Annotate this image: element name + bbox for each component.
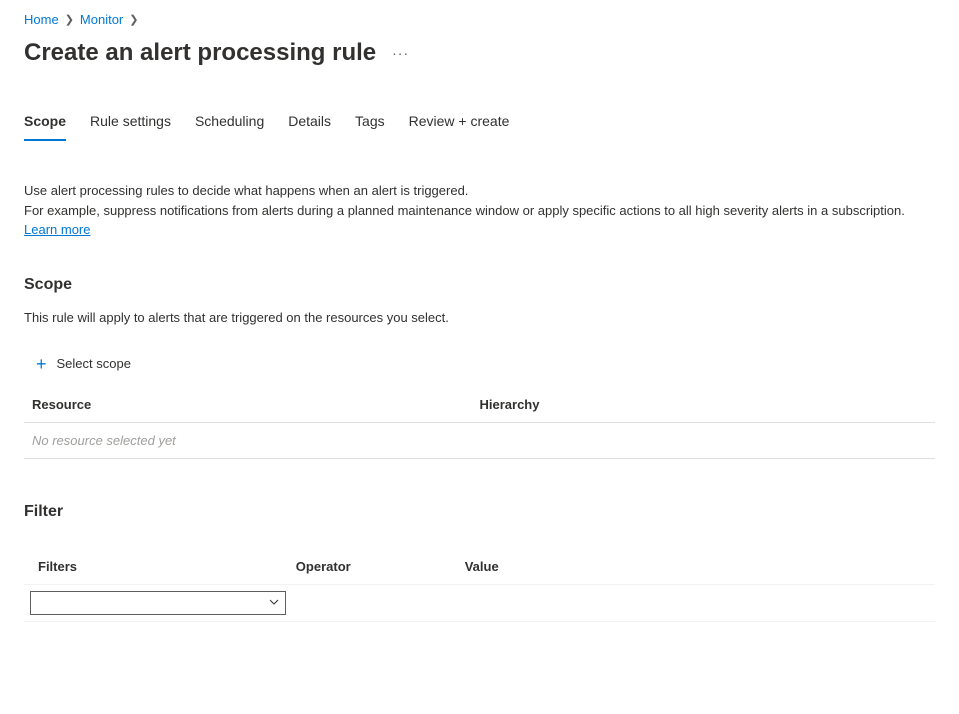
breadcrumb: Home ❯ Monitor ❯ <box>0 0 959 35</box>
filter-heading: Filter <box>24 503 935 521</box>
filter-row <box>24 585 935 622</box>
page-title: Create an alert processing rule <box>24 39 376 67</box>
select-scope-button[interactable]: + Select scope <box>24 349 935 379</box>
scope-section: Scope This rule will apply to alerts tha… <box>24 276 935 459</box>
tab-scope[interactable]: Scope <box>24 113 66 141</box>
intro-text: Use alert processing rules to decide wha… <box>24 181 935 240</box>
tab-review-create[interactable]: Review + create <box>409 113 510 141</box>
learn-more-link[interactable]: Learn more <box>24 222 90 237</box>
more-actions-button[interactable]: ··· <box>388 43 413 63</box>
column-resource: Resource <box>32 397 480 412</box>
column-operator: Operator <box>296 559 465 574</box>
tabs: Scope Rule settings Scheduling Details T… <box>0 79 959 141</box>
filter-section: Filter Filters Operator Value <box>24 503 935 622</box>
tab-tags[interactable]: Tags <box>355 113 385 141</box>
scope-description: This rule will apply to alerts that are … <box>24 310 935 325</box>
tab-rule-settings[interactable]: Rule settings <box>90 113 171 141</box>
filter-table-header: Filters Operator Value <box>24 551 935 585</box>
content-area: Use alert processing rules to decide wha… <box>0 141 959 622</box>
plus-icon: + <box>36 355 47 373</box>
intro-line-2: For example, suppress notifications from… <box>24 203 905 218</box>
column-value: Value <box>465 559 927 574</box>
chevron-right-icon: ❯ <box>65 13 74 26</box>
page-header: Create an alert processing rule ··· <box>0 35 959 79</box>
breadcrumb-home[interactable]: Home <box>24 12 59 27</box>
tab-details[interactable]: Details <box>288 113 331 141</box>
breadcrumb-monitor[interactable]: Monitor <box>80 12 123 27</box>
scope-table: Resource Hierarchy No resource selected … <box>24 389 935 459</box>
chevron-down-icon <box>269 597 279 608</box>
intro-line-1: Use alert processing rules to decide wha… <box>24 183 468 198</box>
column-hierarchy: Hierarchy <box>480 397 928 412</box>
scope-empty-row: No resource selected yet <box>24 423 935 459</box>
chevron-right-icon: ❯ <box>129 13 138 26</box>
column-filters: Filters <box>38 559 296 574</box>
select-scope-label: Select scope <box>57 356 131 371</box>
scope-table-header: Resource Hierarchy <box>24 389 935 423</box>
scope-heading: Scope <box>24 276 935 294</box>
tab-scheduling[interactable]: Scheduling <box>195 113 264 141</box>
filter-dropdown[interactable] <box>30 591 286 615</box>
